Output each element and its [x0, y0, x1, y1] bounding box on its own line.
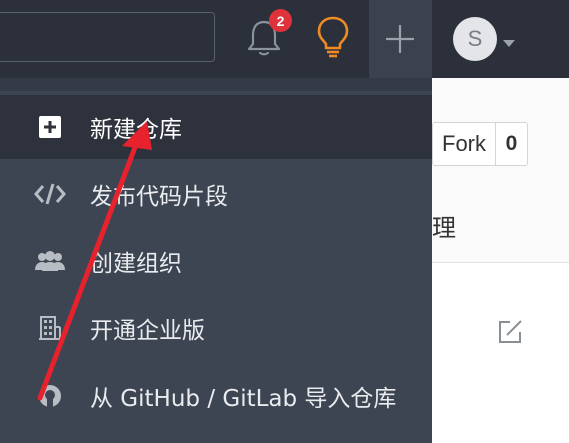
plus-icon[interactable] [384, 23, 416, 55]
menu-item-label: 从 GitHub / GitLab 导入仓库 [90, 386, 397, 412]
menu-item-enterprise[interactable]: 开通企业版 [0, 296, 432, 360]
menu-item-publish-snippet[interactable]: 发布代码片段 [0, 162, 432, 226]
top-navbar: 2 S [0, 0, 569, 78]
chevron-down-icon[interactable] [502, 33, 516, 47]
menu-item-label: 发布代码片段 [90, 184, 228, 210]
plus-square-icon [34, 111, 66, 143]
building-icon [34, 312, 66, 344]
create-dropdown-menu: 新建仓库 发布代码片段 创建组织 开通企业版 从 GitHub / GitLab… [0, 78, 432, 443]
code-icon [34, 178, 66, 210]
notification-count-badge: 2 [269, 9, 292, 32]
fork-count[interactable]: 0 [496, 123, 527, 165]
menu-item-create-organization[interactable]: 创建组织 [0, 229, 432, 293]
search-input[interactable] [0, 12, 215, 62]
menu-item-new-repository[interactable]: 新建仓库 [0, 95, 432, 159]
menu-item-label: 开通企业版 [90, 318, 205, 344]
menu-item-label: 新建仓库 [90, 117, 182, 143]
user-avatar[interactable]: S [453, 17, 497, 61]
menu-item-import-repository[interactable]: 从 GitHub / GitLab 导入仓库 [0, 364, 432, 428]
edit-icon[interactable] [496, 318, 524, 346]
manage-tab-label[interactable]: 理 [432, 208, 456, 243]
dropdown-top-shade [0, 78, 432, 91]
menu-item-label: 创建组织 [90, 251, 182, 277]
lightbulb-icon[interactable] [314, 14, 352, 60]
fork-button[interactable]: Fork 0 [432, 122, 528, 166]
users-icon [34, 245, 66, 277]
fork-label: Fork [433, 123, 496, 165]
github-icon [34, 380, 66, 412]
